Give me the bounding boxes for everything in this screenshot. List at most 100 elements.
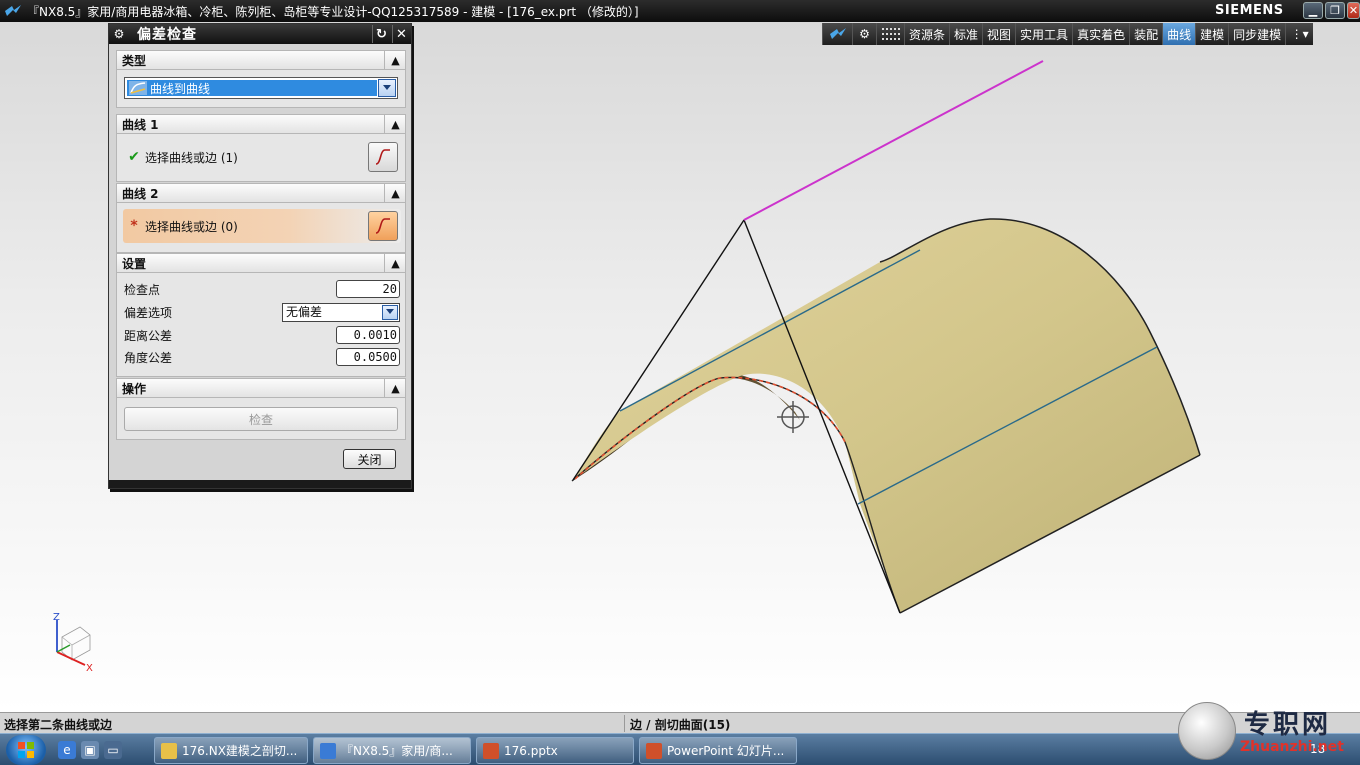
- tab-assembly[interactable]: 装配: [1129, 23, 1163, 45]
- curve1-select-text: 选择曲线或边 (1): [145, 150, 238, 165]
- triad-z-label: Z: [53, 612, 60, 623]
- restore-icon[interactable]: ❐: [1325, 2, 1345, 19]
- windows-logo-icon: [18, 742, 34, 758]
- taskbar-item-label: 176.pptx: [504, 743, 558, 758]
- start-button[interactable]: [6, 735, 46, 765]
- nx-app-icon[interactable]: [3, 2, 23, 20]
- powerpoint-icon: [646, 742, 662, 759]
- dialog-gear-icon[interactable]: ⚙: [109, 27, 129, 41]
- toolbar-options-icon[interactable]: ⋮▾: [1285, 23, 1314, 45]
- deviation-check-dialog: ⚙ 偏差检查 ↻ ✕ 类型 ▲ 曲线到曲线 曲线 1 ▲ ✔ 选择曲线或边 (1…: [108, 23, 412, 489]
- collapse-icon[interactable]: ▲: [384, 378, 406, 398]
- curve2-section-label: 曲线 2: [122, 186, 159, 201]
- curve1-select-button[interactable]: [368, 142, 398, 172]
- distance-tolerance-row: 距离公差 0.0010: [124, 325, 400, 345]
- deviation-option-dropdown[interactable]: 无偏差: [282, 302, 400, 322]
- coordinate-triad-icon: [56, 620, 91, 666]
- watermark-cn: 专职网: [1244, 710, 1332, 740]
- nx-toolbar-icon[interactable]: [822, 23, 852, 45]
- operation-section-label: 操作: [122, 381, 147, 396]
- reset-icon[interactable]: ↻: [372, 25, 390, 43]
- triad-x-label: X: [86, 663, 93, 674]
- close-icon[interactable]: ✕: [1347, 2, 1360, 19]
- tab-true-shading[interactable]: 真实着色: [1072, 23, 1130, 45]
- type-dropdown-value: 曲线到曲线: [150, 81, 211, 96]
- ie-icon[interactable]: e: [58, 741, 76, 759]
- show-desktop-icon[interactable]: ▣: [81, 741, 99, 759]
- surface-outer: [572, 218, 1200, 613]
- angle-tolerance-input[interactable]: 0.0500: [336, 348, 400, 366]
- curve2-select-text: 选择曲线或边 (0): [145, 219, 238, 234]
- curve-icon: [375, 149, 390, 165]
- deviation-option-value: 无偏差: [286, 304, 323, 319]
- dialog-title-bar: ⚙ 偏差检查 ↻ ✕: [109, 24, 411, 44]
- chevron-down-icon[interactable]: [378, 79, 396, 97]
- powerpoint-icon: [483, 742, 499, 759]
- switch-windows-icon[interactable]: ▭: [104, 741, 122, 759]
- distance-tolerance-input[interactable]: 0.0010: [336, 326, 400, 344]
- tab-sync-modeling[interactable]: 同步建模: [1228, 23, 1286, 45]
- status-divider: [624, 715, 625, 732]
- settings-section: 设置 ▲ 检查点 20 偏差选项 无偏差 距离公差 0.0010 角度公差 0.…: [116, 253, 406, 377]
- angle-tolerance-row: 角度公差 0.0500: [124, 347, 400, 367]
- curve2-section-header[interactable]: 曲线 2 ▲: [116, 183, 406, 203]
- taskbar-item-nx[interactable]: 『NX8.5』家用/商...: [313, 737, 471, 764]
- tab-standard[interactable]: 标准: [949, 23, 983, 45]
- deviation-option-label: 偏差选项: [124, 305, 173, 320]
- type-section: 类型 ▲ 曲线到曲线: [116, 50, 406, 108]
- tab-modeling[interactable]: 建模: [1195, 23, 1229, 45]
- watermark-ball-logo: [1178, 702, 1236, 760]
- deviation-option-row: 偏差选项 无偏差: [124, 302, 400, 322]
- tab-utilities[interactable]: 实用工具: [1015, 23, 1073, 45]
- taskbar: e ▣ ▭ 176.NX建模之剖切... 『NX8.5』家用/商... 176.…: [0, 733, 1360, 765]
- operation-section-header[interactable]: 操作 ▲: [116, 378, 406, 398]
- collapse-icon[interactable]: ▲: [384, 114, 406, 134]
- curve-icon: [375, 218, 390, 234]
- window-title: 『NX8.5』家用/商用电器冰箱、冷柜、陈列柜、岛柜等专业设计-QQ125317…: [27, 4, 639, 19]
- close-button[interactable]: 关闭: [343, 449, 396, 469]
- grid-icon[interactable]: [876, 23, 904, 45]
- curve2-selector[interactable]: * 选择曲线或边 (0): [123, 209, 401, 243]
- type-dropdown[interactable]: 曲线到曲线: [124, 77, 398, 99]
- collapse-icon[interactable]: ▲: [384, 183, 406, 203]
- settings-section-header[interactable]: 设置 ▲: [116, 253, 406, 273]
- curve1-section-header[interactable]: 曲线 1 ▲: [116, 114, 406, 134]
- magenta-line: [743, 60, 1044, 221]
- brand-label: SIEMENS: [1215, 3, 1284, 18]
- curve2-select-button[interactable]: [368, 211, 398, 241]
- gear-icon[interactable]: ⚙: [852, 23, 876, 45]
- taskbar-item-label: PowerPoint 幻灯片...: [667, 744, 785, 758]
- curve2-section: 曲线 2 ▲ * 选择曲线或边 (0): [116, 183, 406, 253]
- taskbar-item-label: 『NX8.5』家用/商...: [341, 744, 453, 758]
- check-points-input[interactable]: 20: [336, 280, 400, 298]
- taskbar-item-slideshow[interactable]: PowerPoint 幻灯片...: [639, 737, 797, 764]
- tab-resource-bar[interactable]: 资源条: [904, 23, 950, 45]
- type-section-label: 类型: [122, 53, 147, 68]
- distance-tolerance-label: 距离公差: [124, 328, 173, 343]
- collapse-icon[interactable]: ▲: [384, 253, 406, 273]
- tab-view[interactable]: 视图: [982, 23, 1016, 45]
- collapse-icon[interactable]: ▲: [384, 50, 406, 70]
- black-line-left: [572, 219, 745, 481]
- check-points-label: 检查点: [124, 282, 161, 297]
- taskbar-item-pptx[interactable]: 176.pptx: [476, 737, 634, 764]
- check-mark-icon: ✔: [128, 149, 140, 165]
- tab-curve[interactable]: 曲线: [1162, 23, 1196, 45]
- status-text: 边 / 剖切曲面(15): [630, 718, 731, 732]
- dialog-title: 偏差检查: [137, 27, 197, 43]
- title-bar: 『NX8.5』家用/商用电器冰箱、冷柜、陈列柜、岛柜等专业设计-QQ125317…: [0, 0, 1360, 22]
- settings-section-label: 设置: [122, 256, 147, 271]
- check-button[interactable]: 检查: [124, 407, 398, 431]
- dialog-close-icon[interactable]: ✕: [392, 25, 410, 43]
- status-bar: 选择第二条曲线或边 边 / 剖切曲面(15): [0, 712, 1360, 733]
- required-asterisk-icon: *: [130, 218, 138, 234]
- curve1-section: 曲线 1 ▲ ✔ 选择曲线或边 (1): [116, 114, 406, 182]
- type-section-header[interactable]: 类型 ▲: [116, 50, 406, 70]
- curve1-section-label: 曲线 1: [122, 117, 159, 132]
- minimize-icon[interactable]: ▁: [1303, 2, 1323, 19]
- prompt-text: 选择第二条曲线或边: [4, 718, 113, 732]
- curve1-selector[interactable]: ✔ 选择曲线或边 (1): [123, 140, 401, 174]
- taskbar-item-folder[interactable]: 176.NX建模之剖切...: [154, 737, 308, 764]
- chevron-down-icon[interactable]: [382, 304, 398, 320]
- folder-icon: [161, 742, 177, 759]
